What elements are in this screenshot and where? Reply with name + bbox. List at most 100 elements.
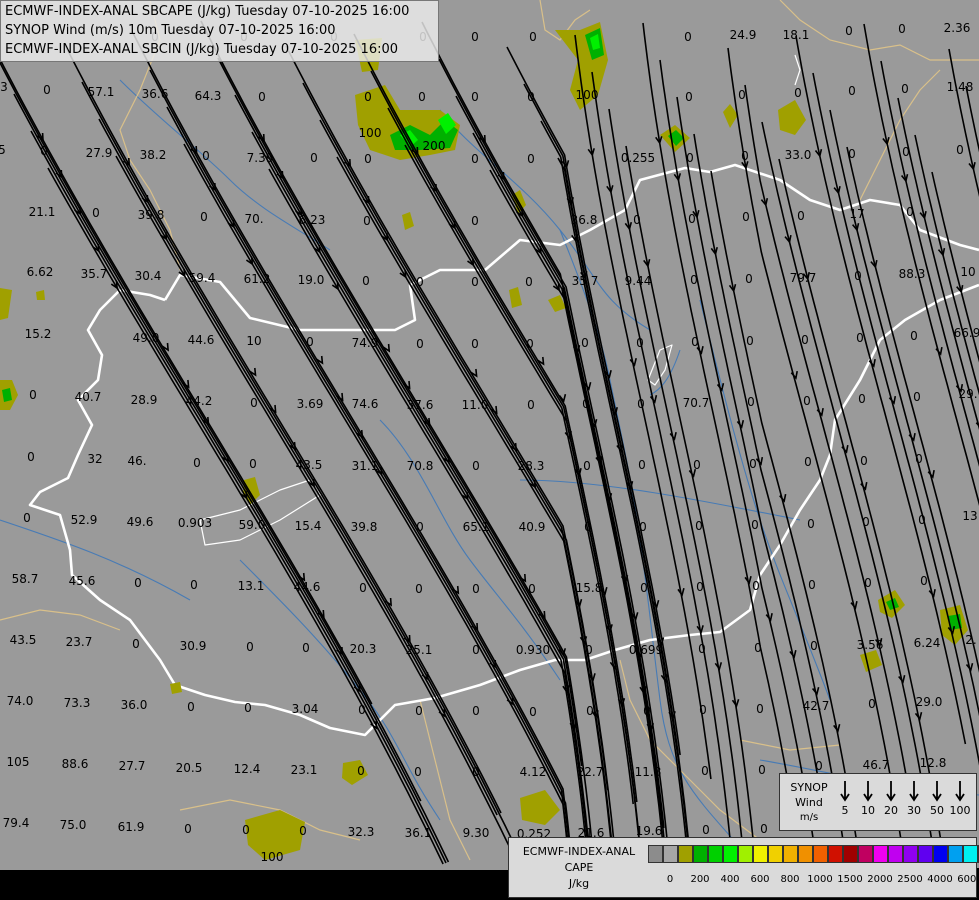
synop-legend-title: SYNOP (790, 781, 828, 794)
map-value-label: 0 (472, 459, 480, 473)
map-value-label: 33.0 (784, 148, 812, 162)
map-value-label: 0 (868, 697, 876, 711)
weather-map: 0 0 0 0 0 0 0 24.9 18.1 0 0 2.36 3 0 57.1 36.6 64.3 0 0 0 0 0… (0, 0, 979, 900)
map-value-label: 10 (246, 334, 262, 348)
map-value-label: 20.5 (175, 761, 203, 775)
map-value-label: 3.56 (856, 638, 884, 652)
map-value-label: 0 (738, 88, 746, 102)
map-value-label: 2.36 (943, 21, 971, 35)
map-value-label: 0 (525, 275, 533, 289)
map-value-label: 0 (856, 331, 864, 345)
map-value-label: 32.3 (347, 825, 375, 839)
map-value-label: 0 (415, 704, 423, 718)
map-value-label: 0 (684, 30, 692, 44)
map-value-label: 0 (527, 398, 535, 412)
map-value-label: 36.1 (404, 826, 432, 840)
map-value-label: 0.903 (177, 516, 213, 530)
map-value-label: 23.1 (290, 763, 318, 777)
wind-arrow-icon (909, 781, 919, 802)
map-value-label: 11.0 (461, 398, 489, 412)
cape-color-swatch (798, 845, 813, 863)
map-value-label: 0 (134, 576, 142, 590)
synop-wind-legend: SYNOP Wind m/s 5 10 20 30 50 100 (779, 773, 977, 831)
cape-tick-label: 200 (690, 874, 710, 885)
cape-tick-label: 0 (666, 874, 674, 885)
map-value-label: 0 (529, 705, 537, 719)
map-value-label: 0 (362, 274, 370, 288)
map-value-label: 0 (250, 396, 258, 410)
map-value-label: 61.9 (117, 820, 145, 834)
map-value-label: 19.6 (635, 824, 663, 838)
map-value-label: 19.0 (297, 273, 325, 287)
map-value-label: 0 (690, 273, 698, 287)
cape-color-swatch (708, 845, 723, 863)
map-value-label: 0 (193, 456, 201, 470)
map-value-label: 100 (260, 850, 284, 864)
map-value-label: 0 (913, 390, 921, 404)
map-value-label: 88.3 (898, 267, 926, 281)
map-value-label: 25.1 (405, 643, 433, 657)
map-value-label: 79.7 (789, 271, 817, 285)
map-value-label: 0 (685, 90, 693, 104)
map-value-label: 0.699 (628, 643, 664, 657)
map-value-label: 0 (357, 764, 365, 778)
map-value-label: 0 (640, 581, 648, 595)
cape-tick-label: 2000 (867, 874, 893, 885)
map-value-label: 0 (471, 30, 479, 44)
map-value-label: 0 (696, 580, 704, 594)
map-value-label: 52.9 (70, 513, 98, 527)
wind-arrow-icon (955, 781, 965, 802)
map-value-label: 27.7 (118, 759, 146, 773)
map-value-label: 0 (258, 90, 266, 104)
map-value-label: 0 (586, 704, 594, 718)
map-value-label: 11.8 (634, 765, 662, 779)
map-value-label: 49.0 (132, 331, 160, 345)
map-value-label: 0 (242, 823, 250, 837)
cape-tick-label: 1500 (837, 874, 863, 885)
map-value-label: 0 (416, 275, 424, 289)
map-value-label: 57.1 (87, 85, 115, 99)
map-value-label: 59.0 (238, 518, 266, 532)
map-value-label: 29. (958, 387, 978, 401)
map-value-label: 100 (358, 126, 382, 140)
map-value-label: 36.6 (141, 87, 169, 101)
map-value-label: 0 (364, 90, 372, 104)
map-value-label: 15.4 (294, 519, 322, 533)
map-value-label: 0 (636, 336, 644, 350)
cape-legend-unit: J/kg (568, 877, 590, 890)
map-value-label: 0 (638, 458, 646, 472)
map-value-label: 66.9 (953, 326, 979, 340)
map-value-label: 0 (471, 152, 479, 166)
map-value-label: 6.24 (913, 636, 941, 650)
map-value-label: 0 (643, 704, 651, 718)
map-value-label: 0 (639, 520, 647, 534)
map-value-label: 43.5 (9, 633, 37, 647)
map-value-label: 0 (43, 83, 51, 97)
map-value-label: 0 (299, 824, 307, 838)
wind-arrow-icon (886, 781, 896, 802)
cape-color-swatch (678, 845, 693, 863)
map-value-label: 0 (794, 86, 802, 100)
cape-color-swatch (783, 845, 798, 863)
map-value-label: 20.3 (349, 642, 377, 656)
map-background (0, 0, 979, 900)
map-value-label: 0 (527, 152, 535, 166)
map-value-label: 0 (302, 641, 310, 655)
map-value-label: 0 (415, 582, 423, 596)
cape-color-swatch (663, 845, 678, 863)
map-value-label: 0 (742, 210, 750, 224)
synop-legend-label: SYNOP Wind m/s (784, 780, 834, 825)
map-canvas (0, 0, 979, 900)
map-value-label: 0 (40, 144, 48, 158)
map-value-label: 0 (691, 335, 699, 349)
map-value-label: 0 (858, 392, 866, 406)
map-value-label: 0 (751, 518, 759, 532)
cape-color-swatch (693, 845, 708, 863)
wind-arrow-icon (840, 781, 850, 802)
map-value-label: 0 (756, 702, 764, 716)
map-value-label: 0 (416, 520, 424, 534)
map-value-label: 0 (581, 336, 589, 350)
map-value-label: 0 (132, 637, 140, 651)
map-value-label: 0 (688, 212, 696, 226)
map-value-label: 0 (249, 457, 257, 471)
